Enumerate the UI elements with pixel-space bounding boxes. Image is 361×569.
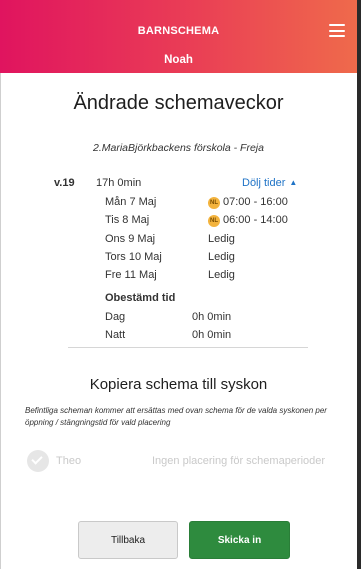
week-label: v.19 xyxy=(54,177,75,189)
day-time: 06:00 - 14:00 xyxy=(223,214,288,226)
page-title: Ändrade schemaveckor xyxy=(73,92,284,114)
day-time: Ledig xyxy=(208,251,235,263)
day-row: Tis 8 Maj NL 06:00 - 14:00 xyxy=(105,214,325,230)
child-name: Noah xyxy=(164,54,193,66)
caret-up-icon: ▲ xyxy=(289,178,298,187)
undetermined-time-heading: Obestämd tid xyxy=(105,292,176,304)
placement-name: 2.MariaBjörkbackens förskola - Freja xyxy=(93,142,264,154)
sibling-name: Theo xyxy=(56,455,82,467)
back-button[interactable]: Tillbaka xyxy=(78,521,178,559)
hamburger-menu-icon[interactable] xyxy=(329,24,345,37)
app-screen: BARNSCHEMA Noah Ändrade schemaveckor 2.M… xyxy=(0,0,357,569)
day-label: Ons 9 Maj xyxy=(105,233,156,245)
app-header: BARNSCHEMA Noah xyxy=(0,0,357,73)
day-row: Mån 7 Maj NL 07:00 - 16:00 xyxy=(105,196,325,212)
day-label: Tis 8 Maj xyxy=(105,214,150,226)
undetermined-label: Dag xyxy=(105,311,126,323)
undetermined-label: Natt xyxy=(105,329,126,341)
day-label: Mån 7 Maj xyxy=(105,196,157,208)
day-row: Tors 10 Maj Ledig xyxy=(105,251,325,267)
week-hours: 17h 0min xyxy=(96,177,142,189)
day-label: Fre 11 Maj xyxy=(105,269,157,281)
checkmark-icon xyxy=(31,453,43,465)
nl-badge-icon: NL xyxy=(208,197,220,209)
submit-button[interactable]: Skicka in xyxy=(189,521,290,559)
sibling-checkbox[interactable] xyxy=(27,450,49,472)
day-row: Fre 11 Maj Ledig xyxy=(105,269,325,285)
day-time: Ledig xyxy=(208,233,235,245)
nl-badge-icon: NL xyxy=(208,215,220,227)
toggle-times-link[interactable]: Dölj tider ▲ xyxy=(242,177,297,189)
undetermined-value: 0h 0min xyxy=(192,311,232,323)
divider xyxy=(68,347,308,348)
app-title: BARNSCHEMA xyxy=(137,25,220,37)
day-label: Tors 10 Maj xyxy=(105,251,162,263)
day-row: Ons 9 Maj Ledig xyxy=(105,233,325,249)
day-time: 07:00 - 16:00 xyxy=(223,196,288,208)
left-border xyxy=(0,0,1,569)
day-time: Ledig xyxy=(208,269,235,281)
toggle-times-label: Dölj tider xyxy=(242,177,286,189)
device-frame-edge xyxy=(357,0,361,569)
sibling-status: Ingen placering för schemaperioder xyxy=(152,455,326,467)
undetermined-value: 0h 0min xyxy=(192,329,232,341)
copy-schedule-heading: Kopiera schema till syskon xyxy=(89,376,268,393)
copy-schedule-note: Befintliga scheman kommer att ersättas m… xyxy=(25,406,327,427)
